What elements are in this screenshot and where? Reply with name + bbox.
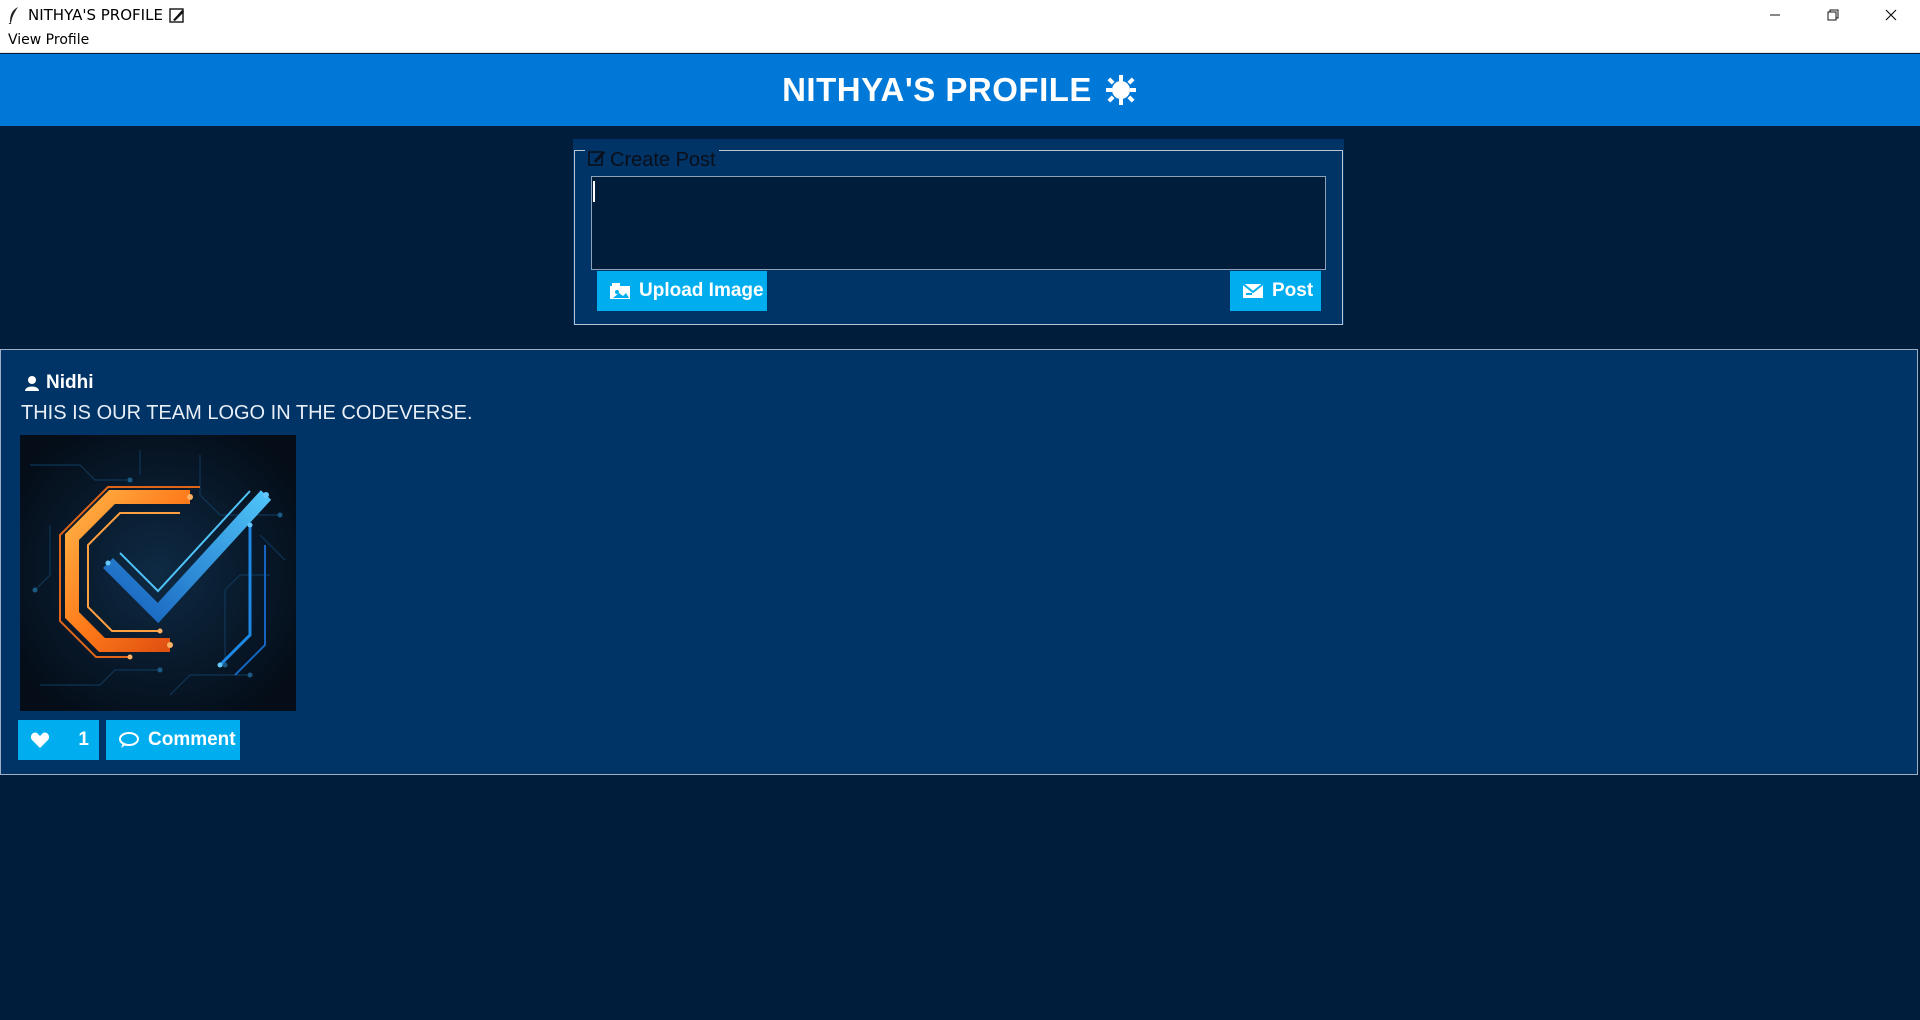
post-button[interactable]: Post <box>1230 271 1321 311</box>
edit-icon <box>588 149 606 172</box>
post-author-name: Nidhi <box>46 372 94 393</box>
page-header: NITHYA'S PROFILE <box>0 54 1920 126</box>
page-title: NITHYA'S PROFILE <box>782 71 1092 108</box>
restore-icon <box>1827 9 1839 20</box>
post-text: THIS IS OUR TEAM LOGO IN THE CODEVERSE. <box>21 402 473 424</box>
envelope-icon <box>1242 282 1264 300</box>
image-folder-icon <box>609 282 631 300</box>
post-image-logo[interactable] <box>20 435 296 711</box>
sun-gear-icon <box>1104 73 1138 107</box>
restore-button[interactable] <box>1804 0 1862 29</box>
minimize-button[interactable] <box>1746 0 1804 29</box>
minimize-icon <box>1770 14 1780 15</box>
like-count: 1 <box>78 729 89 750</box>
heart-icon <box>30 731 50 749</box>
window-controls <box>1746 0 1920 29</box>
text-caret <box>593 181 595 202</box>
user-icon <box>24 375 40 391</box>
post-label: Post <box>1272 280 1314 301</box>
create-post-label: Create Post <box>610 149 716 171</box>
comment-button[interactable]: Comment <box>106 720 240 760</box>
post-author: Nidhi <box>24 372 94 394</box>
feather-icon <box>6 6 22 24</box>
comment-label: Comment <box>148 729 236 750</box>
upload-image-button[interactable]: Upload Image <box>597 271 767 311</box>
menu-view-profile[interactable]: View Profile <box>8 32 89 48</box>
post-card: Nidhi THIS IS OUR TEAM LOGO IN THE CODEV… <box>0 349 1918 775</box>
close-button[interactable] <box>1862 0 1920 29</box>
close-icon <box>1885 9 1897 20</box>
window-title: NITHYA'S PROFILE <box>28 5 163 24</box>
post-text-input[interactable] <box>591 176 1326 270</box>
like-button[interactable]: 1 <box>18 720 99 760</box>
upload-image-label: Upload Image <box>639 280 764 301</box>
create-post-legend: Create Post <box>585 149 719 172</box>
menu-bar: View Profile <box>0 29 1920 53</box>
memo-pencil-icon <box>169 7 185 23</box>
window-titlebar: NITHYA'S PROFILE <box>0 0 1920 29</box>
speech-bubble-icon <box>118 731 140 749</box>
